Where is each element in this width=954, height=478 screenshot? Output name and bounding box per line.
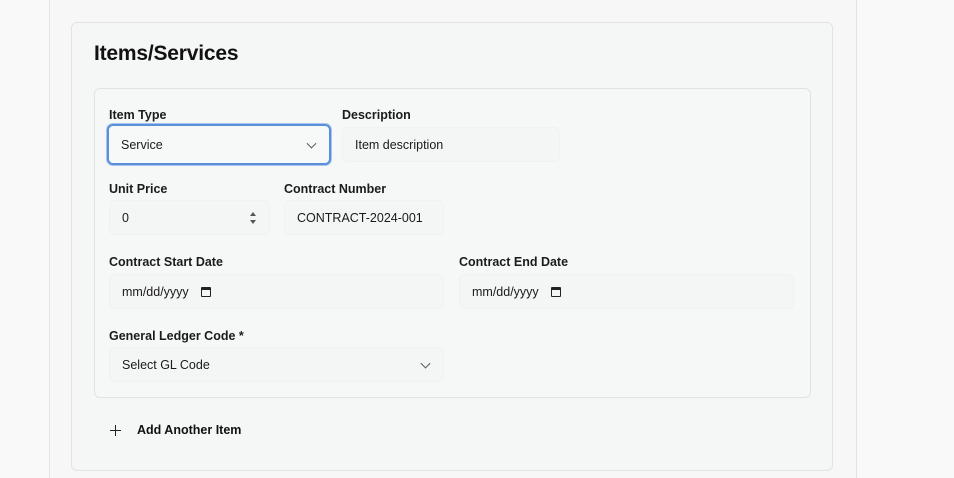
contract-number-input[interactable]: CONTRACT-2024-001 — [284, 200, 444, 235]
description-label: Description — [342, 108, 411, 122]
item-type-label: Item Type — [109, 108, 167, 122]
plus-icon — [110, 424, 121, 436]
chevron-down-icon — [306, 138, 317, 149]
gl-code-select[interactable]: Select GL Code — [109, 347, 444, 382]
gl-code-label: General Ledger Code * — [109, 329, 244, 343]
contract-end-date-input[interactable]: mm/dd/yyyy — [459, 274, 794, 309]
description-value: Item description — [355, 137, 444, 152]
item-type-select[interactable]: Service — [107, 124, 331, 165]
calendar-icon[interactable] — [550, 286, 561, 297]
add-another-item-button[interactable]: Add Another Item — [94, 413, 250, 447]
description-input[interactable]: Item description — [342, 127, 560, 162]
calendar-icon[interactable] — [200, 286, 211, 297]
item-type-value: Service — [121, 137, 163, 152]
contract-end-date-value: mm/dd/yyyy — [472, 284, 539, 299]
spinner-icon[interactable] — [249, 211, 257, 224]
contract-start-date-input[interactable]: mm/dd/yyyy — [109, 274, 444, 309]
contract-number-label: Contract Number — [284, 182, 387, 196]
contract-end-date-label: Contract End Date — [459, 255, 569, 269]
gl-code-value: Select GL Code — [122, 357, 210, 372]
contract-start-date-value: mm/dd/yyyy — [122, 284, 189, 299]
unit-price-input[interactable]: 0 — [109, 200, 270, 235]
unit-price-value: 0 — [122, 210, 129, 225]
contract-number-value: CONTRACT-2024-001 — [297, 210, 423, 225]
contract-start-date-label: Contract Start Date — [109, 255, 223, 269]
chevron-down-icon — [420, 358, 431, 369]
section-title: Items/Services — [94, 42, 239, 65]
add-another-item-label: Add Another Item — [137, 423, 242, 437]
unit-price-label: Unit Price — [109, 182, 168, 196]
